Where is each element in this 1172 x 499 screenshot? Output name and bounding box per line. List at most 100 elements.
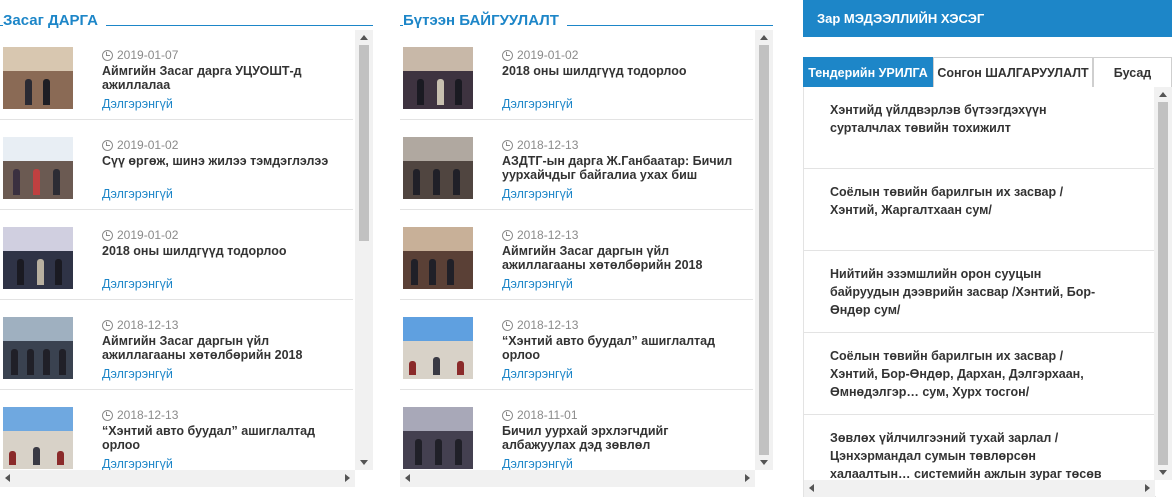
horizontal-scrollbar[interactable] <box>400 470 755 487</box>
news-title[interactable]: Аймгийн Засаг даргын үйл ажиллагааны хөт… <box>502 244 742 272</box>
news-thumbnail[interactable] <box>3 47 73 109</box>
scroll-up-arrow[interactable] <box>360 35 368 40</box>
read-more-link[interactable]: Дэлгэрэнгүй <box>102 277 173 291</box>
scroll-left-arrow[interactable] <box>5 474 10 482</box>
clock-icon <box>502 319 513 331</box>
news-title[interactable]: Аймгийн Засаг дарга УЦУОШТ-д ажиллалаа <box>102 64 342 92</box>
clock-icon <box>502 229 513 241</box>
news-thumbnail[interactable] <box>3 227 73 289</box>
news-title[interactable]: “Хэнтий авто буудал” ашиглалтад орлоо <box>102 424 342 452</box>
vertical-scrollbar[interactable] <box>355 30 373 470</box>
scroll-right-arrow[interactable] <box>745 474 750 482</box>
news-item: 2018-12-13 Аймгийн Засаг даргын үйл ажил… <box>0 300 353 390</box>
announcement-header: Зар МЭДЭЭЛЛИЙН ХЭСЭГ <box>803 0 1172 37</box>
announcement-item[interactable]: Хэнтийд үйлдвэрлэв бүтээгдэхүүн сурталчл… <box>804 87 1156 169</box>
news-item: 2019-01-07 Аймгийн Засаг дарга УЦУОШТ-д … <box>0 30 353 120</box>
read-more-link[interactable]: Дэлгэрэнгүй <box>502 277 573 291</box>
scrollbar-thumb[interactable] <box>1158 102 1168 465</box>
news-date: 2019-01-02 <box>102 138 178 152</box>
vertical-scrollbar[interactable] <box>755 30 773 470</box>
clock-icon <box>502 139 513 151</box>
clock-icon <box>502 49 513 61</box>
announcement-title[interactable]: Хэнтийд үйлдвэрлэв бүтээгдэхүүн сурталчл… <box>830 101 1110 137</box>
tab-tender[interactable]: Тендерийн УРИЛГА <box>803 57 933 87</box>
announcement-item[interactable]: Соёлын төвийн барилгын их засвар /Хэнтий… <box>804 169 1156 251</box>
read-more-link[interactable]: Дэлгэрэнгүй <box>502 457 573 471</box>
tab-selection[interactable]: Сонгон ШАЛГАРУУЛАЛТ <box>933 57 1093 87</box>
scroll-left-arrow[interactable] <box>809 484 814 492</box>
news-thumbnail[interactable] <box>3 137 73 199</box>
vertical-scrollbar[interactable] <box>1154 87 1172 480</box>
news-thumbnail[interactable] <box>403 317 473 379</box>
section-title[interactable]: Засаг ДАРГА <box>3 12 106 29</box>
news-thumbnail[interactable] <box>403 407 473 469</box>
clock-icon <box>102 409 113 421</box>
news-column-construction: Бүтээн БАЙГУУЛАЛТ 2019-01-02 2018 оны ши… <box>400 0 773 487</box>
news-item: 2018-12-13 “Хэнтий авто буудал” ашиглалт… <box>400 300 753 390</box>
news-item: 2019-01-02 Сүү өргөж, шинэ жилээ тэмдэгл… <box>0 120 353 210</box>
news-column-governor: Засаг ДАРГА 2019-01-07 Аймгийн Засаг дар… <box>0 0 373 487</box>
scrollbar-thumb[interactable] <box>759 45 769 455</box>
news-title[interactable]: 2018 оны шилдгүүд тодорлоо <box>102 244 342 258</box>
announcement-item[interactable]: Соёлын төвийн барилгын их засвар /Хэнтий… <box>804 333 1156 415</box>
news-date: 2018-12-13 <box>502 318 578 332</box>
news-thumbnail[interactable] <box>403 227 473 289</box>
announcement-title[interactable]: Соёлын төвийн барилгын их засвар /Хэнтий… <box>830 347 1110 401</box>
read-more-link[interactable]: Дэлгэрэнгүй <box>102 367 173 381</box>
news-thumbnail[interactable] <box>3 407 73 469</box>
news-item: 2019-01-02 2018 оны шилдгүүд тодорлоо Дэ… <box>0 210 353 300</box>
announcement-item[interactable]: Нийтийн эзэмшлийн орон сууцын байруудын … <box>804 251 1156 333</box>
scroll-left-arrow[interactable] <box>405 474 410 482</box>
announcement-title[interactable]: Зөвлөх үйлчилгээний тухай зарлал / Цэнхэ… <box>830 429 1110 483</box>
news-title[interactable]: Сүү өргөж, шинэ жилээ тэмдэглэлээ <box>102 154 342 168</box>
horizontal-scrollbar[interactable] <box>804 480 1155 497</box>
announcement-tabs: Тендерийн УРИЛГА Сонгон ШАЛГАРУУЛАЛТ Бус… <box>803 57 1172 87</box>
news-item: 2018-12-13 Аймгийн Засаг даргын үйл ажил… <box>400 210 753 300</box>
scroll-up-arrow[interactable] <box>1159 92 1167 97</box>
scroll-right-arrow[interactable] <box>345 474 350 482</box>
scroll-down-arrow[interactable] <box>760 460 768 465</box>
section-title[interactable]: Бүтээн БАЙГУУЛАЛТ <box>403 12 567 29</box>
tab-other[interactable]: Бусад <box>1093 57 1172 87</box>
news-date: 2019-01-02 <box>102 228 178 242</box>
clock-icon <box>502 409 513 421</box>
news-title[interactable]: 2018 оны шилдгүүд тодорлоо <box>502 64 742 78</box>
clock-icon <box>102 229 113 241</box>
announcement-list-box: Хэнтийд үйлдвэрлэв бүтээгдэхүүн сурталчл… <box>803 87 1172 497</box>
clock-icon <box>102 139 113 151</box>
read-more-link[interactable]: Дэлгэрэнгүй <box>502 97 573 111</box>
scroll-down-arrow[interactable] <box>360 460 368 465</box>
read-more-link[interactable]: Дэлгэрэнгүй <box>102 97 173 111</box>
announcement-title[interactable]: Нийтийн эзэмшлийн орон сууцын байруудын … <box>830 265 1110 319</box>
news-title[interactable]: Бичил уурхай эрхлэгчдийг албажуулах дэд … <box>502 424 742 452</box>
news-date: 2018-12-13 <box>502 138 578 152</box>
news-thumbnail[interactable] <box>3 317 73 379</box>
read-more-link[interactable]: Дэлгэрэнгүй <box>502 367 573 381</box>
news-date: 2018-12-13 <box>102 408 178 422</box>
news-date: 2018-12-13 <box>502 228 578 242</box>
read-more-link[interactable]: Дэлгэрэнгүй <box>502 187 573 201</box>
announcement-title[interactable]: Соёлын төвийн барилгын их засвар /Хэнтий… <box>830 183 1110 219</box>
news-scroll-box: 2019-01-07 Аймгийн Засаг дарга УЦУОШТ-д … <box>0 30 373 487</box>
news-item: 2018-11-01 Бичил уурхай эрхлэгчдийг алба… <box>400 390 753 480</box>
read-more-link[interactable]: Дэлгэрэнгүй <box>102 187 173 201</box>
news-thumbnail[interactable] <box>403 137 473 199</box>
scrollbar-thumb[interactable] <box>359 45 369 241</box>
scroll-up-arrow[interactable] <box>760 35 768 40</box>
news-item: 2018-12-13 АЗДТГ-ын дарга Ж.Ганбаатар: Б… <box>400 120 753 210</box>
news-item: 2018-12-13 “Хэнтий авто буудал” ашиглалт… <box>0 390 353 480</box>
news-title[interactable]: АЗДТГ-ын дарга Ж.Ганбаатар: Бичил уурхай… <box>502 154 742 182</box>
clock-icon <box>102 319 113 331</box>
news-thumbnail[interactable] <box>403 47 473 109</box>
news-item: 2019-01-02 2018 оны шилдгүүд тодорлоо Дэ… <box>400 30 753 120</box>
read-more-link[interactable]: Дэлгэрэнгүй <box>102 457 173 471</box>
news-title[interactable]: Аймгийн Засаг даргын үйл ажиллагааны хөт… <box>102 334 342 362</box>
horizontal-scrollbar[interactable] <box>0 470 355 487</box>
scroll-right-arrow[interactable] <box>1145 484 1150 492</box>
clock-icon <box>102 49 113 61</box>
news-scroll-box: 2019-01-02 2018 оны шилдгүүд тодорлоо Дэ… <box>400 30 773 487</box>
news-date: 2018-11-01 <box>502 408 578 422</box>
news-title[interactable]: “Хэнтий авто буудал” ашиглалтад орлоо <box>502 334 742 362</box>
scroll-down-arrow[interactable] <box>1159 470 1167 475</box>
news-date: 2019-01-07 <box>102 48 178 62</box>
